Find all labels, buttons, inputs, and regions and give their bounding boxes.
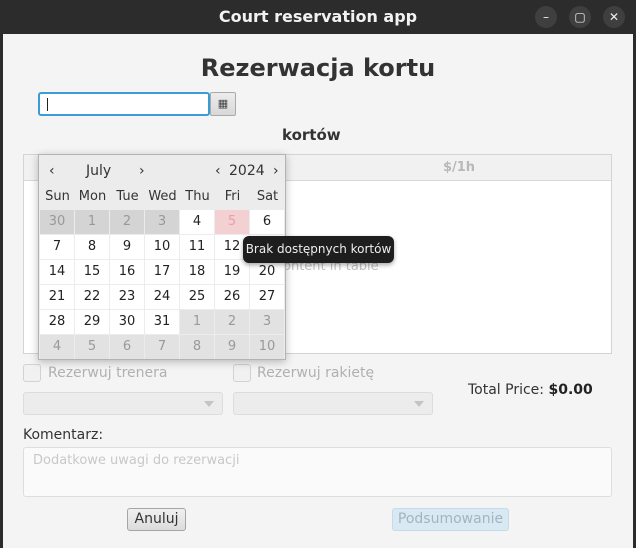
calendar-year: 2024 xyxy=(229,163,265,179)
calendar-header: ‹ July › ‹ 2024 › xyxy=(39,155,285,187)
racket-select[interactable] xyxy=(233,392,433,415)
calendar-day[interactable]: 9 xyxy=(110,235,144,259)
trainer-checkbox[interactable] xyxy=(23,364,41,382)
weekday-label: Mon xyxy=(78,189,107,204)
calendar-day[interactable]: 29 xyxy=(75,310,109,334)
calendar-day[interactable]: 15 xyxy=(75,260,109,284)
cancel-button[interactable]: Anuluj xyxy=(127,508,186,531)
calendar-day[interactable]: 4 xyxy=(40,335,74,359)
weekday-label: Thu xyxy=(185,189,210,204)
chevron-down-icon xyxy=(204,401,214,407)
next-month-icon[interactable]: › xyxy=(139,163,145,179)
day-tooltip: Brak dostępnych kortów xyxy=(243,236,394,263)
calendar-day[interactable]: 3 xyxy=(145,210,179,234)
calendar-day[interactable]: 5 xyxy=(215,210,249,234)
calendar-day[interactable]: 18 xyxy=(180,260,214,284)
calendar-day[interactable]: 17 xyxy=(145,260,179,284)
calendar-day[interactable]: 24 xyxy=(145,285,179,309)
date-picker[interactable]: ▦ xyxy=(38,92,236,116)
trainer-select[interactable] xyxy=(23,392,223,415)
chevron-down-icon xyxy=(414,401,424,407)
calendar-day[interactable]: 2 xyxy=(110,210,144,234)
calendar-day[interactable]: 19 xyxy=(215,260,249,284)
racket-label: Rezerwuj rakietę xyxy=(257,365,375,381)
weekday-label: Tue xyxy=(116,189,139,204)
weekday-label: Wed xyxy=(148,189,177,204)
column-header-price[interactable]: $/1h xyxy=(409,160,509,175)
trainer-label: Rezerwuj trenera xyxy=(48,365,168,381)
racket-checkbox[interactable] xyxy=(233,364,251,382)
calendar-day[interactable]: 4 xyxy=(180,210,214,234)
weekday-label: Fri xyxy=(224,189,241,204)
calendar-day[interactable]: 1 xyxy=(75,210,109,234)
main-window: Rezerwacja kortu ▦ kortów $/1h ontent in… xyxy=(3,34,633,548)
calendar-day[interactable]: 1 xyxy=(180,310,214,334)
calendar-day[interactable]: 30 xyxy=(110,310,144,334)
total-price-label: Total Price: xyxy=(468,382,545,398)
prev-month-icon[interactable]: ‹ xyxy=(49,163,55,179)
calendar-day[interactable]: 23 xyxy=(110,285,144,309)
calendar-day[interactable]: 26 xyxy=(215,285,249,309)
calendar-day[interactable]: 25 xyxy=(180,285,214,309)
calendar-day[interactable]: 2 xyxy=(215,310,249,334)
title-bar: Court reservation app – ▢ ✕ xyxy=(0,0,636,34)
calendar-day[interactable]: 10 xyxy=(145,235,179,259)
calendar-day[interactable]: 8 xyxy=(180,335,214,359)
calendar-day[interactable]: 6 xyxy=(110,335,144,359)
calendar-day[interactable]: 27 xyxy=(250,285,284,309)
calendar-month: July xyxy=(86,163,112,179)
calendar-icon[interactable]: ▦ xyxy=(210,92,236,116)
calendar-day[interactable]: 11 xyxy=(180,235,214,259)
comment-label: Komentarz: xyxy=(23,427,104,443)
date-input[interactable] xyxy=(38,92,210,116)
calendar-day[interactable]: 20 xyxy=(250,260,284,284)
total-price-value: $0.00 xyxy=(548,382,593,398)
summary-button[interactable]: Podsumowanie xyxy=(392,508,509,531)
weekday-label: Sun xyxy=(45,189,70,204)
minimize-icon[interactable]: – xyxy=(535,6,557,28)
calendar-day[interactable]: 5 xyxy=(75,335,109,359)
courts-section-label: kortów xyxy=(282,126,341,144)
page-title: Rezerwacja kortu xyxy=(200,54,436,82)
total-price: Total Price: $0.00 xyxy=(468,382,593,398)
calendar-day[interactable]: 6 xyxy=(250,210,284,234)
calendar-day[interactable]: 30 xyxy=(40,210,74,234)
calendar-day[interactable]: 28 xyxy=(40,310,74,334)
calendar-day[interactable]: 9 xyxy=(215,335,249,359)
calendar-day[interactable]: 10 xyxy=(250,335,284,359)
calendar-day[interactable]: 8 xyxy=(75,235,109,259)
calendar-day[interactable]: 7 xyxy=(145,335,179,359)
close-icon[interactable]: ✕ xyxy=(603,6,625,28)
calendar-day[interactable]: 22 xyxy=(75,285,109,309)
weekday-label: Sat xyxy=(256,189,279,204)
text-caret xyxy=(47,98,48,111)
calendar-day[interactable]: 14 xyxy=(40,260,74,284)
next-year-icon[interactable]: › xyxy=(273,163,279,179)
calendar-day[interactable]: 31 xyxy=(145,310,179,334)
maximize-icon[interactable]: ▢ xyxy=(569,6,591,28)
calendar-day[interactable]: 16 xyxy=(110,260,144,284)
comment-textarea[interactable]: Dodatkowe uwagi do rezerwacji xyxy=(23,447,612,497)
calendar-day[interactable]: 7 xyxy=(40,235,74,259)
calendar-day[interactable]: 3 xyxy=(250,310,284,334)
calendar-day[interactable]: 21 xyxy=(40,285,74,309)
prev-year-icon[interactable]: ‹ xyxy=(215,163,221,179)
